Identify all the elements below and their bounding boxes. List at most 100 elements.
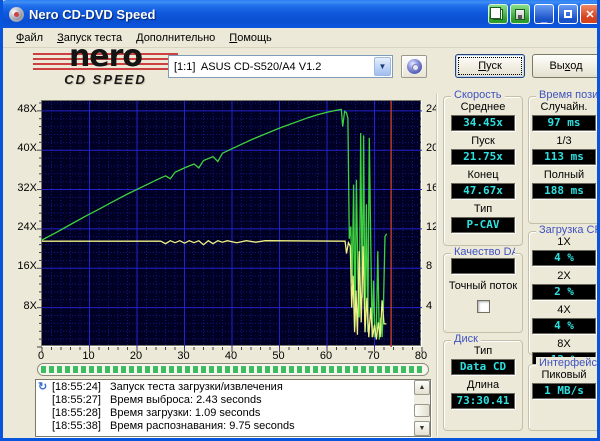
nero-logo: nero CD SPEED [33, 42, 178, 88]
y-axis-left-tick: 48X [17, 102, 37, 115]
logo-sub-text: CD SPEED [64, 72, 147, 87]
value-label: Пиковый [541, 369, 587, 381]
log-listbox[interactable]: ↻ [18:55:24] Запуск теста загрузки/извлече… [35, 379, 431, 437]
close-icon: ✕ [585, 8, 595, 21]
value-label: 4X [557, 304, 571, 316]
scroll-down-icon[interactable]: ▼ [414, 421, 430, 436]
value-label: Пуск [471, 135, 495, 147]
panel-seek-title: Время позиции [536, 89, 597, 101]
close-button[interactable]: ✕ [580, 4, 597, 24]
y-axis-left-tick: 16X [17, 260, 37, 273]
log-time: [18:55:24] [52, 381, 101, 393]
series-read-speed-green [41, 108, 388, 340]
lcd-display: 4 % [532, 250, 596, 266]
y-axis-left-tick: 8X [23, 299, 37, 312]
log-entry[interactable]: [18:55:38] Время распознавания: 9.75 seco… [36, 420, 413, 433]
save-floppy-icon [515, 8, 525, 20]
panel-speed-title: Скорость [451, 89, 505, 101]
lcd-display: Data CD [451, 359, 515, 375]
lcd-display: 188 ms [532, 183, 596, 199]
progress-fill [41, 366, 425, 373]
lcd-display: P-CAV [451, 217, 515, 233]
accurate-stream-label: Точный поток [448, 280, 518, 292]
test-progress-bar [37, 363, 429, 376]
maximize-icon [564, 10, 572, 18]
panel-seek-times: Время позиции Случайн. 97 ms 1/3 113 ms Полн… [528, 89, 597, 224]
x-axis-tick: 30 [177, 350, 190, 362]
value-label: 2X [557, 270, 571, 282]
start-button[interactable]: Пуск [455, 54, 525, 78]
speed-chart [37, 100, 423, 352]
panel-cpu-title: Загрузка CPU [536, 224, 597, 236]
report-button[interactable] [488, 4, 508, 24]
cd-disc-icon [406, 59, 422, 74]
log-time: [18:55:28] [52, 407, 101, 419]
x-axis-tick: 10 [82, 350, 95, 362]
accurate-stream-checkbox[interactable] [476, 300, 490, 313]
x-axis-tick: 50 [272, 350, 285, 362]
x-axis-tick: 40 [224, 350, 238, 362]
value-label: 1X [557, 236, 571, 248]
lcd-display: 21.75x [451, 149, 515, 165]
x-axis-tick: 70 [367, 350, 380, 362]
value-label: 1/3 [556, 135, 572, 147]
panel-disc: Диск Тип Data CD Длина 73:30.41 [443, 333, 523, 431]
panel-divider [436, 94, 438, 436]
exit-button[interactable]: Вы х од [532, 54, 597, 78]
log-entry[interactable]: ↻ [18:55:24] Запуск теста загрузки/извлече… [36, 381, 413, 394]
log-time: [18:55:38] [52, 420, 101, 432]
lcd-display: 113 ms [532, 149, 596, 165]
panel-cpu-usage: Загрузка CPU 1X4 %2X2 %4X4 %8X12 % [528, 224, 597, 368]
x-axis-tick: 80 [414, 350, 428, 362]
x-axis-tick: 0 [37, 350, 45, 362]
lcd-display: 47.67x [451, 183, 515, 199]
title-bar[interactable]: Nero CD-DVD Speed _ ✕ [3, 0, 597, 28]
value-label: Конец [467, 169, 499, 181]
panel-interface: Интерфейс Пиковый 1 MB/s [528, 357, 597, 431]
log-text: Время загрузки: 1.09 seconds [110, 407, 261, 419]
lcd-display: 1 MB/s [532, 383, 596, 399]
series-rotation-speed-yellow [42, 239, 387, 340]
maximize-button[interactable] [558, 4, 578, 24]
log-entry[interactable]: [18:55:27] Время выброса: 2.43 seconds [36, 394, 413, 407]
panel-dae-title: Качество DAE [451, 246, 515, 258]
log-scrollbar[interactable]: ▲ ▼ [414, 380, 430, 436]
log-text: Время выброса: 2.43 seconds [110, 394, 262, 406]
x-axis-tick: 20 [129, 350, 143, 362]
app-window: Nero CD-DVD Speed _ ✕ Файл Запуск теста До… [0, 0, 600, 441]
disc-info-button[interactable] [401, 55, 427, 78]
log-entry[interactable]: [18:55:28] Время загрузки: 1.09 seconds [36, 407, 413, 420]
panel-dae-quality: Качество DAE Точный поток [443, 246, 523, 333]
copy-report-icon [490, 6, 503, 20]
y-axis-left-tick: 40X [17, 142, 37, 155]
lcd-display: 73:30.41 [451, 393, 515, 409]
lcd-display: 2 % [532, 284, 596, 300]
drive-select-value: [1:1] ASUS CD-S520/A4 V1.2 [174, 60, 322, 73]
window-title: Nero CD-DVD Speed [29, 6, 156, 22]
app-icon [9, 6, 24, 22]
scrollbar-thumb[interactable] [414, 404, 430, 417]
logo-brand-text: nero [68, 39, 143, 74]
log-text: Запуск теста загрузки/извлечения [110, 381, 283, 393]
lcd-display: 97 ms [532, 115, 596, 131]
menu-item-помощь[interactable]: Помощь [222, 30, 279, 46]
y-axis-left-tick: 24X [17, 220, 37, 233]
panel-speed: Скорость Среднее 34.45x Пуск 21.75x Конец 47.… [443, 89, 523, 246]
drive-select[interactable]: [1:1] ASUS CD-S520/A4 V1.2 ▼ [168, 55, 393, 78]
value-label: Полный [543, 169, 585, 181]
y-axis-left-tick: 32X [17, 181, 37, 194]
panel-interface-title: Интерфейс [536, 357, 597, 369]
log-time: [18:55:27] [52, 394, 101, 406]
minimize-icon: _ [540, 11, 548, 24]
value-label: Среднее [460, 101, 506, 113]
minimize-button[interactable]: _ [534, 4, 554, 24]
panel-disc-title: Диск [451, 333, 481, 345]
log-text: Время распознавания: 9.75 seconds [110, 420, 295, 432]
chart-canvas [37, 101, 423, 352]
save-button[interactable] [510, 4, 530, 24]
value-label: Тип [473, 203, 493, 215]
value-label: Длина [466, 379, 500, 391]
chevron-down-icon[interactable]: ▼ [374, 57, 391, 76]
x-axis-tick: 60 [319, 350, 333, 362]
scroll-up-icon[interactable]: ▲ [414, 380, 430, 395]
